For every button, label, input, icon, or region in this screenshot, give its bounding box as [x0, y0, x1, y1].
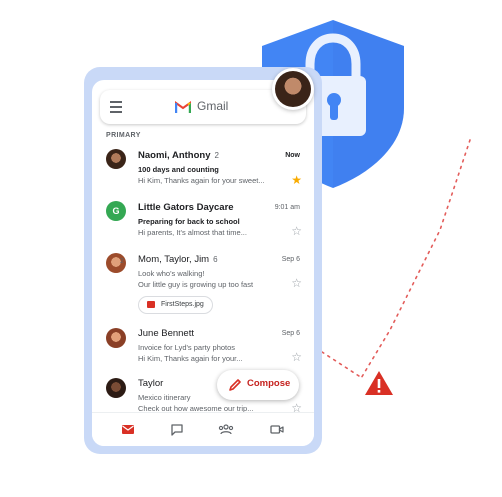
- profile-avatar[interactable]: [272, 68, 314, 110]
- section-label: PRIMARY: [106, 132, 141, 139]
- email-snippet: Hi parents, It's almost that time...: [138, 228, 247, 237]
- email-row[interactable]: G Little Gators Daycare 9:01 am Preparin…: [92, 200, 314, 246]
- meet-icon[interactable]: [270, 423, 284, 436]
- avatar: G: [106, 201, 126, 221]
- gmail-logo-icon: [175, 101, 191, 113]
- compose-button[interactable]: Compose: [217, 370, 299, 400]
- thread-count: 2: [214, 151, 219, 160]
- star-icon[interactable]: ☆: [291, 225, 302, 237]
- compose-label: Compose: [247, 378, 291, 389]
- hamburger-menu-icon[interactable]: [110, 101, 122, 113]
- email-row[interactable]: Naomi, Anthony 2 Now 100 days and countin…: [92, 148, 314, 194]
- warning-icon: [365, 371, 393, 395]
- gmail-screen: Gmail PRIMARY Naomi, Anthony 2 Now 100 da…: [92, 80, 314, 446]
- star-icon[interactable]: ☆: [291, 402, 302, 412]
- email-subject: Invoice for Lyd's party photos: [138, 343, 236, 352]
- email-snippet: Hi Kim, Thanks again for your sweet...: [138, 176, 265, 185]
- star-icon[interactable]: ★: [291, 174, 302, 186]
- image-icon: [147, 301, 155, 308]
- avatar: [106, 378, 126, 398]
- email-row[interactable]: 2 Mom, Taylor, Jim 6 Sep 6 Look who's wal…: [92, 252, 314, 320]
- email-date: Sep 6: [281, 256, 300, 263]
- app-title: Gmail: [197, 99, 229, 113]
- star-icon[interactable]: ☆: [291, 351, 302, 363]
- email-sender: June Bennett: [138, 328, 194, 339]
- avatar: [106, 328, 126, 348]
- email-sender: Taylor: [138, 378, 164, 389]
- attachment-chip[interactable]: FirstSteps.jpg: [138, 296, 213, 314]
- email-date: Now: [285, 152, 300, 159]
- thread-count: 6: [213, 255, 218, 264]
- mail-icon[interactable]: [121, 423, 135, 436]
- email-sender: Mom, Taylor, Jim: [138, 254, 210, 265]
- star-icon[interactable]: ☆: [291, 277, 302, 289]
- email-subject: Mexico itinerary: [138, 393, 191, 402]
- pencil-icon: [229, 379, 241, 391]
- email-subject: Preparing for back to school: [138, 217, 240, 226]
- chat-icon[interactable]: [170, 423, 184, 436]
- avatar-badge: 2: [120, 258, 124, 265]
- attachment-name: FirstSteps.jpg: [161, 301, 204, 308]
- email-subject: Look who's walking!: [138, 269, 205, 278]
- avatar: [106, 149, 126, 169]
- email-sender: Little Gators Daycare: [138, 202, 234, 213]
- spaces-icon[interactable]: [218, 423, 234, 436]
- email-date: Sep 6: [281, 330, 300, 337]
- email-sender: Naomi, Anthony: [138, 150, 211, 161]
- email-snippet: Our little guy is growing up too fast: [138, 280, 254, 289]
- bottom-nav: [92, 412, 314, 446]
- email-row[interactable]: June Bennett Sep 6 Invoice for Lyd's par…: [92, 326, 314, 370]
- email-snippet: Check out how awesome our trip...: [138, 404, 254, 412]
- email-subject: 100 days and counting: [138, 165, 219, 174]
- email-date: 9:01 am: [274, 204, 300, 211]
- email-snippet: Hi Kim, Thanks again for your...: [138, 354, 243, 363]
